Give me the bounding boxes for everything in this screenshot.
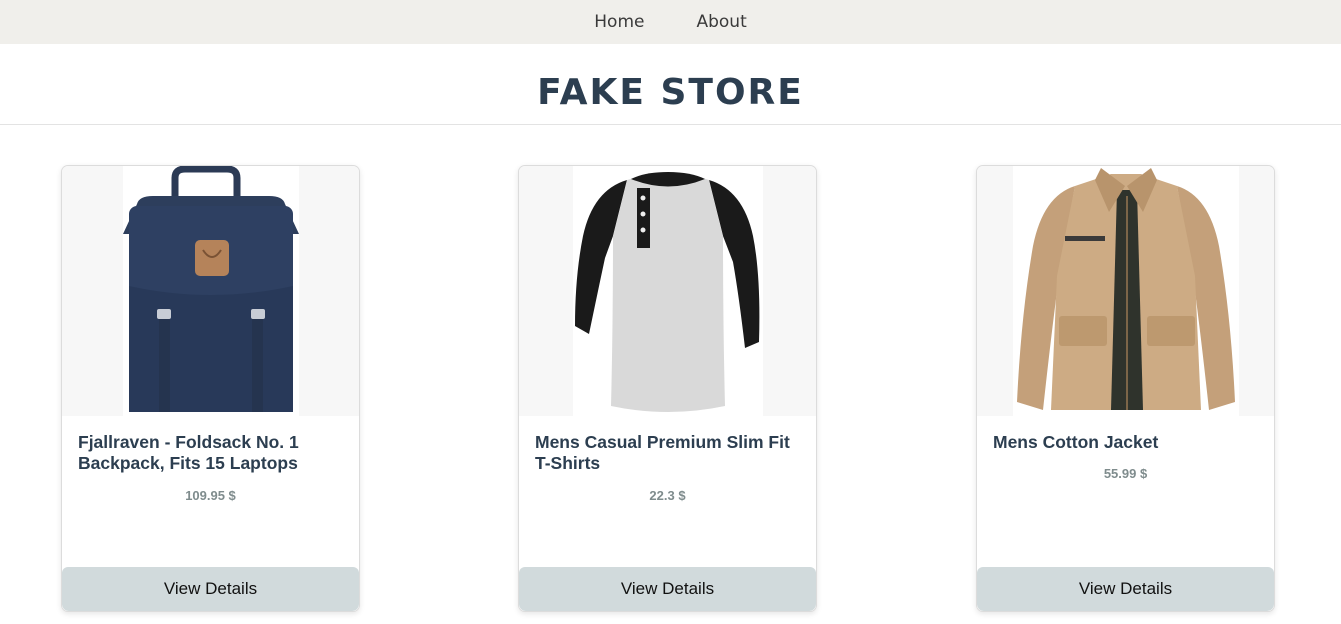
nav-home-link[interactable]: Home	[594, 12, 644, 32]
view-details-button[interactable]: View Details	[519, 567, 816, 611]
product-title: Fjallraven - Foldsack No. 1 Backpack, Fi…	[78, 432, 299, 473]
product-card: Mens Casual Premium Slim Fit T-Shirts 22…	[518, 165, 817, 612]
view-details-button[interactable]: View Details	[977, 567, 1274, 611]
tshirt-image[interactable]	[572, 166, 763, 416]
product-title: Mens Casual Premium Slim Fit T-Shirts	[535, 432, 790, 473]
product-price: 109.95 $	[185, 488, 236, 503]
jacket-image[interactable]	[1012, 166, 1239, 416]
top-nav: Home About	[0, 0, 1341, 44]
page-title: FAKE STORE	[537, 71, 804, 113]
store-header: FAKE STORE	[0, 44, 1341, 125]
product-image-area	[62, 166, 359, 416]
product-title: Mens Cotton Jacket	[993, 432, 1159, 452]
backpack-image[interactable]	[122, 166, 299, 416]
product-price: 22.3 $	[649, 488, 686, 503]
product-image-area	[519, 166, 816, 416]
view-details-button[interactable]: View Details	[62, 567, 359, 611]
product-image-area	[977, 166, 1274, 416]
product-card: Mens Cotton Jacket 55.99 $ View Details	[976, 165, 1275, 612]
product-card: Fjallraven - Foldsack No. 1 Backpack, Fi…	[61, 165, 360, 612]
nav-about-link[interactable]: About	[696, 12, 746, 32]
product-price: 55.99 $	[1103, 466, 1148, 481]
